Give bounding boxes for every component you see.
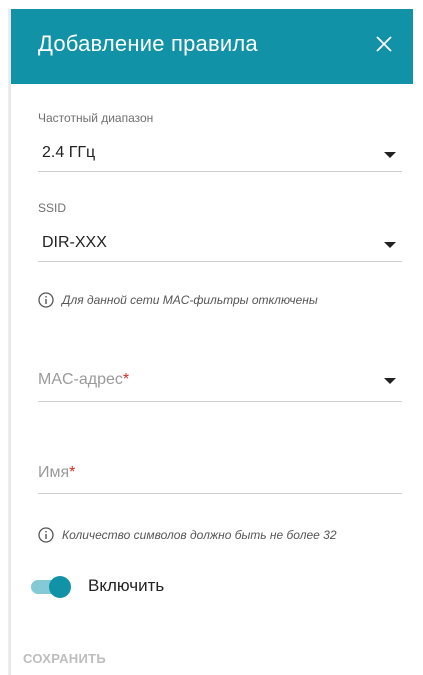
close-icon [376, 36, 392, 52]
add-rule-dialog: Добавление правила Частотный диапазон 2.… [11, 9, 413, 675]
ssid-underline [38, 261, 402, 262]
band-value: 2.4 ГГц [42, 144, 96, 161]
dialog-header: Добавление правила [11, 9, 413, 84]
name-length-info-text: Количество символов должно быть не более… [62, 528, 337, 542]
name-underline [38, 493, 402, 494]
mac-filter-info-text: Для данной сети MAC-фильтры отключены [62, 293, 318, 307]
close-button[interactable] [369, 29, 399, 59]
chevron-down-icon [384, 152, 396, 158]
band-select[interactable]: Частотный диапазон 2.4 ГГц [38, 111, 402, 172]
band-label: Частотный диапазон [38, 111, 154, 125]
mac-address-select[interactable]: MAC-адрес* [38, 369, 402, 405]
mac-address-placeholder-text: MAC-адрес [38, 371, 123, 388]
chevron-down-icon [384, 378, 396, 384]
ssid-select[interactable]: SSID DIR-XXX [38, 201, 402, 262]
band-underline [38, 171, 402, 172]
ssid-label: SSID [38, 201, 67, 215]
info-icon [38, 527, 54, 543]
mac-address-underline [38, 401, 402, 402]
info-icon [38, 292, 54, 308]
chevron-down-icon [384, 242, 396, 248]
toggle-knob [49, 576, 71, 598]
required-mark: * [69, 464, 76, 481]
mac-address-placeholder: MAC-адрес* [38, 371, 129, 389]
required-mark: * [122, 371, 130, 388]
save-button[interactable]: СОХРАНИТЬ [23, 651, 106, 666]
name-placeholder-text: Имя [38, 464, 70, 481]
name-input[interactable]: Имя* [38, 460, 402, 496]
enable-toggle[interactable] [31, 575, 71, 599]
enable-label: Включить [88, 576, 165, 595]
dialog-title: Добавление правила [38, 31, 258, 56]
name-placeholder: Имя* [38, 464, 75, 482]
name-length-info: Количество символов должно быть не более… [38, 527, 337, 543]
mac-filter-info: Для данной сети MAC-фильтры отключены [38, 292, 318, 308]
ssid-value: DIR-XXX [42, 234, 107, 251]
